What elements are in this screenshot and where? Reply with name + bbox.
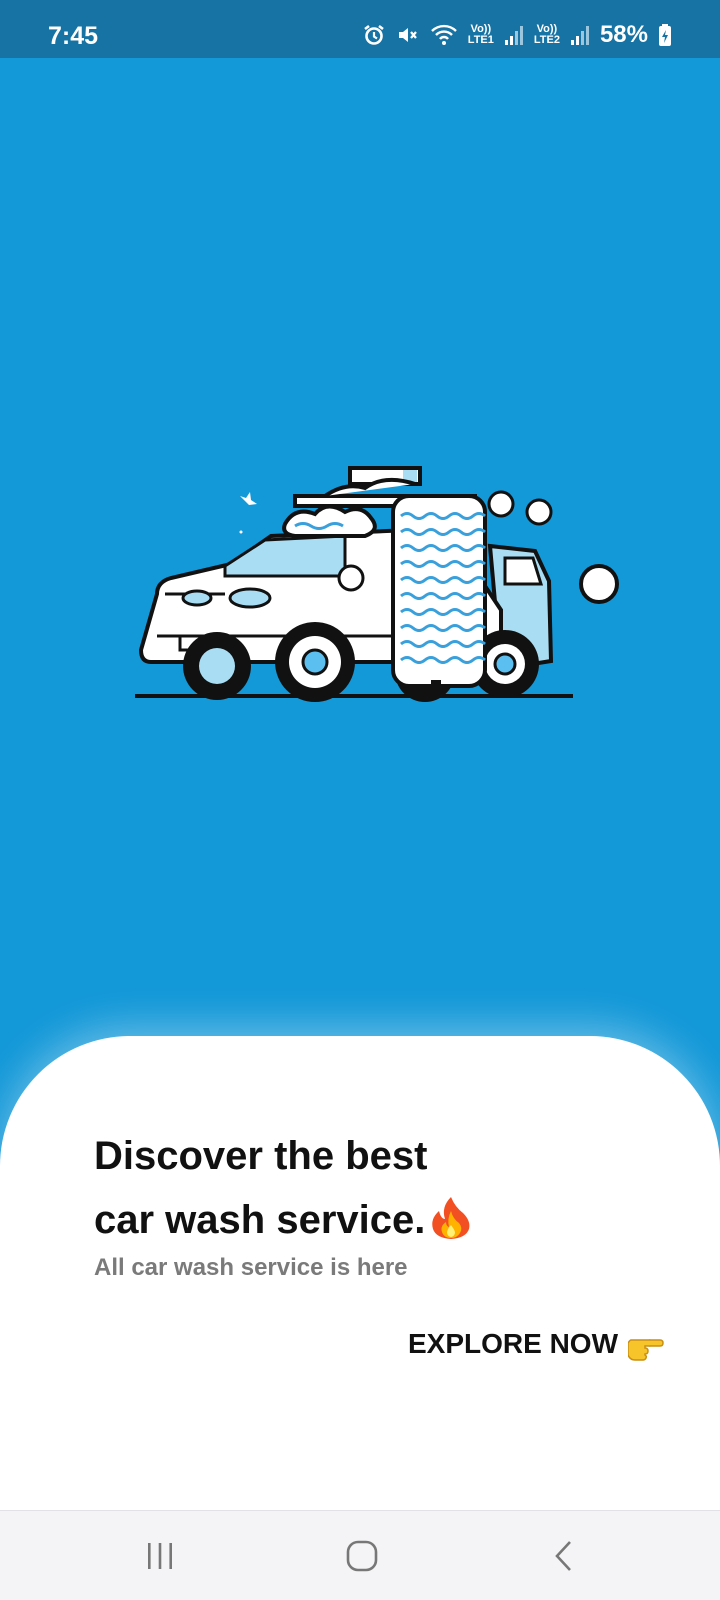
- network-2-label: Vo)) LTE2: [534, 24, 560, 46]
- signal-icon: [504, 26, 523, 45]
- back-button[interactable]: [534, 1533, 594, 1579]
- headline-line-2-text: car wash service.: [94, 1198, 426, 1242]
- car-wash-icon: [135, 466, 619, 702]
- mute-icon: [398, 28, 417, 42]
- back-icon: [555, 1541, 571, 1571]
- status-time: 7:45: [48, 22, 99, 50]
- headline: Discover the best car wash service.: [94, 1124, 473, 1252]
- network-1-label: Vo)) LTE1: [468, 24, 494, 46]
- status-bar: 7:45 Vo)) LTE1 Vo)) LTE2 58%: [0, 0, 720, 58]
- lte-1-label: LTE1: [467, 34, 494, 46]
- recents-icon: [148, 1543, 172, 1569]
- wifi-icon: [430, 24, 457, 45]
- system-nav-bar: [0, 1510, 720, 1600]
- hero-section: [0, 58, 720, 1038]
- battery-percent: 58%: [599, 21, 648, 48]
- headline-line-1: Discover the best: [94, 1134, 428, 1178]
- fire-icon: [432, 1197, 470, 1239]
- lte-2-label: LTE2: [533, 34, 560, 46]
- explore-now-label: EXPLORE NOW: [407, 1328, 618, 1359]
- home-button[interactable]: [332, 1533, 392, 1579]
- signal-icon: [570, 26, 589, 45]
- home-icon: [346, 1540, 378, 1572]
- intro-sheet: Discover the best car wash service. All …: [0, 1036, 720, 1510]
- alarm-icon: [364, 24, 384, 45]
- pointing-hand-icon: [628, 1339, 664, 1361]
- explore-now-button[interactable]: EXPLORE NOW: [408, 1326, 664, 1362]
- status-icons: Vo)) LTE1 Vo)) LTE2 58%: [362, 20, 672, 50]
- headline-line-2: car wash service.: [94, 1188, 473, 1252]
- recents-button[interactable]: [130, 1533, 190, 1579]
- subtitle: All car wash service is here: [94, 1254, 408, 1281]
- battery-charging-icon: [659, 24, 671, 46]
